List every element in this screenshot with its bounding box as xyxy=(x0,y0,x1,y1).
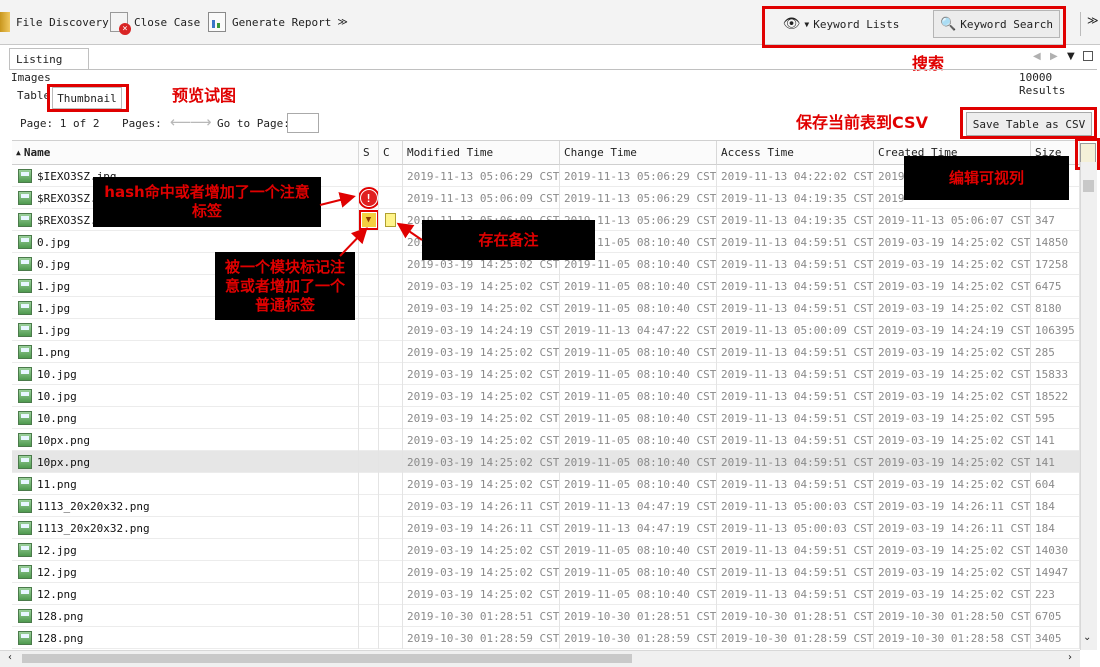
has-note-arrow xyxy=(396,222,423,241)
callout-arrows xyxy=(319,192,423,257)
module-tag-arrow xyxy=(339,227,368,257)
hash-hit-arrow xyxy=(319,192,356,208)
